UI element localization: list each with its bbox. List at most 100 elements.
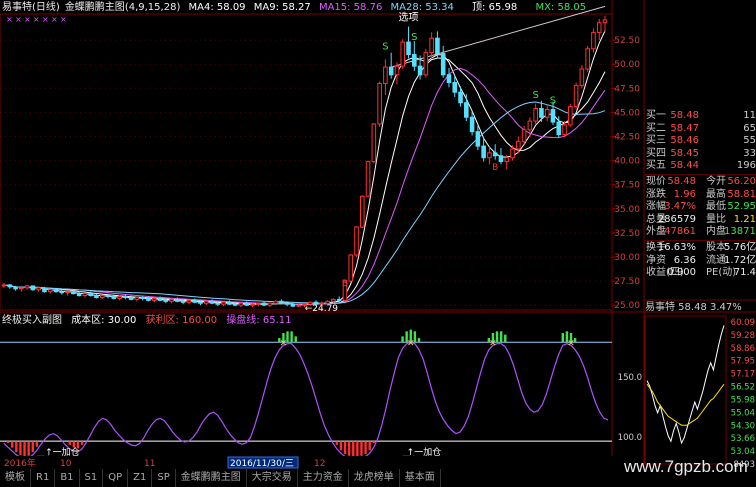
- quote-stat-value: 71.4: [733, 267, 756, 279]
- mini-tick-label: 54.30: [731, 421, 755, 431]
- profit-bar: [504, 334, 507, 343]
- order-book-price: 58.48: [670, 110, 699, 121]
- candle-body: [429, 37, 434, 54]
- candle-body: [331, 298, 336, 302]
- mini-tick-label: 55.98: [731, 395, 755, 405]
- candle-body: [1, 284, 7, 287]
- candle-body: [238, 302, 244, 306]
- quote-stat-row: 净资 6.36 流通 1.72亿: [644, 255, 756, 268]
- candle-body: [475, 131, 481, 147]
- quote-stat-row: 涨跌 1.96 最高 58.81: [644, 189, 756, 202]
- candle-body: [579, 68, 585, 86]
- candle-body: [244, 302, 250, 306]
- candle-body: [591, 31, 596, 50]
- candle-body: [59, 291, 65, 294]
- quote-stat-value: 58.48: [667, 175, 696, 187]
- sub-axis-label: 150.0: [618, 373, 642, 383]
- sell-marker: ✕: [567, 339, 575, 349]
- bottom-tab[interactable]: 龙虎榜单: [349, 469, 400, 487]
- quote-stat-label: 今开: [706, 175, 726, 187]
- cost-bar: [343, 441, 347, 454]
- bottom-tab[interactable]: 金蝶鹏鹏主图: [176, 469, 247, 487]
- quote-stat-value: 52.95: [727, 201, 756, 213]
- quote-stat-value: 286579: [657, 213, 696, 225]
- bottom-tab[interactable]: Z1: [128, 469, 153, 487]
- candle-body: [336, 298, 342, 301]
- quote-stat-label: 股本: [706, 241, 726, 253]
- bottom-tab[interactable]: R1: [31, 469, 56, 487]
- bottom-tab[interactable]: 主力资金: [298, 469, 349, 487]
- date-tick-label: 10: [60, 459, 72, 469]
- candle-body: [296, 304, 302, 307]
- candle-body: [452, 82, 458, 93]
- candle-body: [30, 285, 36, 291]
- candle-body: [359, 195, 365, 228]
- profit-bar: [561, 333, 565, 343]
- quote-stat-value: 1.21: [733, 213, 756, 225]
- candle-body: [273, 300, 278, 304]
- mini-tick-label: 59.28: [731, 331, 755, 341]
- quote-stat-value: 58.81: [727, 188, 756, 200]
- quote-stat-value: 1.72亿: [724, 254, 756, 266]
- date-tick-label: 2016/11/30/三: [230, 459, 294, 469]
- price-tick-label: 37.50: [614, 181, 640, 191]
- profit-bar: [499, 331, 503, 343]
- bottom-tab[interactable]: 基本面: [400, 469, 441, 487]
- candle-body: [215, 302, 221, 305]
- cost-bar: [364, 441, 367, 454]
- legend-mx: MX: 58.05: [535, 2, 587, 13]
- candle-body: [186, 299, 192, 303]
- mini-tick-label: 57.95: [731, 357, 755, 367]
- profit-bar: [401, 336, 404, 343]
- price-tick-label: 35.00: [614, 205, 640, 215]
- candle-body: [36, 287, 41, 291]
- sub-legend: 终极买入副图 成本区: 30.00 获利区: 160.00 操盘线: 65.11: [2, 314, 297, 327]
- legend-ma15: MA15: 58.76: [318, 2, 383, 13]
- bottom-tab[interactable]: 大宗交易: [247, 469, 298, 487]
- candle-body: [400, 41, 406, 67]
- quote-stat-value: 3.47%: [664, 201, 696, 213]
- candle-body: [157, 297, 163, 301]
- cost-bar: [35, 441, 39, 447]
- buy-signal-b: B: [492, 163, 498, 173]
- date-tick-label: 2016年: [4, 457, 36, 469]
- price-tick-label: 45.00: [614, 108, 640, 118]
- candle-body: [417, 65, 423, 76]
- chart-canvas[interactable]: × × × × × × × 25.0027.5030.0032.5035.0037.5040…: [0, 0, 756, 487]
- candle-body: [290, 303, 296, 307]
- top-marker: ×: [33, 15, 40, 24]
- candle-body: [42, 287, 47, 293]
- candle-body: [544, 109, 550, 118]
- order-book-volume: 33: [743, 147, 756, 159]
- date-tick-label: 12: [314, 459, 325, 469]
- quote-stat-row: 外盘147861内盘138710: [644, 226, 756, 239]
- candle-body: [250, 303, 255, 306]
- bottom-tab[interactable]: QP: [103, 469, 129, 487]
- legend-profit: 获利区: 160.00: [145, 315, 218, 326]
- legend-ma9: MA9: 58.27: [253, 2, 311, 13]
- quote-stat-label: 最低: [706, 201, 726, 213]
- sell-marker: ✕: [489, 339, 497, 349]
- mini-chart-title: 易事特 58.48 3.47%: [645, 302, 742, 313]
- cost-bar: [347, 441, 351, 456]
- candle-body: [602, 19, 608, 24]
- candle-body: [279, 300, 284, 304]
- candle-body: [209, 300, 215, 304]
- mini-tick-label: 58.86: [731, 344, 755, 354]
- candle-body: [365, 161, 371, 197]
- cost-bar: [27, 441, 30, 456]
- quote-stat-value: 138710: [724, 226, 756, 238]
- candle-body: [596, 22, 602, 33]
- bottom-tab[interactable]: B1: [55, 469, 80, 487]
- candle-body: [140, 296, 145, 299]
- quote-stat-row: 总量 286579 量比 1.21: [644, 214, 756, 227]
- bottom-tab[interactable]: S1: [80, 469, 104, 487]
- quote-stat-value: 5.76亿: [724, 241, 756, 253]
- bottom-tab[interactable]: 模板: [0, 469, 31, 487]
- quote-stat-label: 流通: [706, 254, 726, 266]
- quote-stat-value: 0.900: [667, 267, 696, 279]
- candle-body: [585, 48, 590, 70]
- mini-tick-label: 57.17: [731, 370, 755, 380]
- bottom-tab[interactable]: SP: [152, 469, 176, 487]
- cost-bar: [368, 441, 371, 451]
